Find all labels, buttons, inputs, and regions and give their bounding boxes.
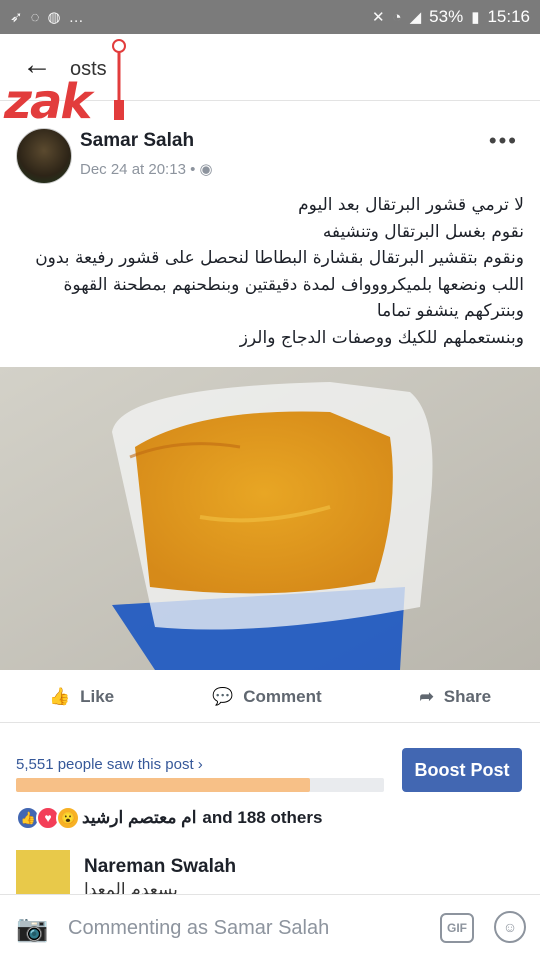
signal-icon: ◢ (409, 9, 422, 26)
post-line: ونقوم بتقشير البرتقال بقشارة البطاطا لنح… (35, 248, 524, 269)
more-icon: … (68, 8, 84, 26)
globe-icon: ◉ (199, 161, 213, 178)
share-label: Share (443, 687, 492, 706)
clock: 15:16 (487, 7, 530, 26)
reach-text: 5,551 people saw this post (16, 756, 194, 773)
watermark-logo: zak (4, 74, 92, 130)
commenter-avatar[interactable] (16, 850, 70, 894)
reach-link[interactable]: 5,551 people saw this post › (16, 756, 203, 773)
author-avatar[interactable] (16, 128, 72, 184)
post-line: نقوم بغسل البرتقال وتنشيفه (322, 221, 524, 242)
messenger-icon: ◍ (47, 9, 61, 26)
reaction-icons: 👍 ♥ 😮 (16, 806, 80, 830)
mute-icon: ✕ (371, 9, 385, 26)
commenter-name[interactable]: Nareman Swalah (84, 856, 236, 878)
reach-progress-bar (16, 778, 384, 792)
wifi-icon: ◔ (392, 8, 402, 26)
comment-bubble-icon: 💬 (212, 687, 234, 706)
post-line: وبنستعملهم للكيك ووصفات الدجاج والرز (239, 327, 524, 348)
post-text: لا ترمي قشور البرتقال بعد اليوم نقوم بغس… (14, 192, 524, 352)
post-line: اللب ونضعها بلميكرووواف لمدة دقيقتين وبن… (63, 274, 525, 295)
reaction-others: and 188 others (202, 808, 323, 827)
comment-input[interactable]: Commenting as Samar Salah (68, 917, 329, 940)
top-nav: ← osts zak (0, 34, 540, 130)
thumbs-up-icon: 👍 (48, 687, 71, 706)
whatsapp-icon: ◌ (30, 8, 40, 26)
post-line: لا ترمي قشور البرتقال بعد اليوم (298, 195, 524, 215)
post-meta: Dec 24 at 20:13 • ◉ (80, 160, 213, 178)
more-options-icon[interactable]: ••• (489, 128, 518, 154)
like-button[interactable]: 👍 Like (49, 687, 114, 707)
chevron-right-icon: › (197, 756, 203, 773)
camera-icon[interactable]: 📷 (16, 913, 48, 944)
post-photo[interactable] (0, 367, 540, 670)
comment-composer: 📷 Commenting as Samar Salah GIF ☺ (0, 894, 540, 961)
post-line: وبنتركهم ينشفو تماما (376, 301, 524, 322)
reactions-summary[interactable]: 👍 ♥ 😮 ام معتصم ارشيد and 188 others (16, 806, 322, 830)
comment-label: Comment (243, 687, 322, 706)
battery-icon: ▮ (471, 9, 480, 26)
share-arrow-icon: ➦ (419, 687, 434, 706)
battery-percentage: 53% (429, 7, 464, 26)
post-time[interactable]: Dec 24 at 20:13 (80, 161, 186, 178)
separator: • (190, 161, 200, 178)
post-author[interactable]: Samar Salah (80, 130, 194, 152)
like-label: Like (80, 687, 115, 706)
share-button[interactable]: ➦ Share (420, 687, 492, 707)
wow-reaction-icon: 😮 (56, 806, 80, 830)
boost-post-button[interactable]: Boost Post (402, 748, 522, 792)
notification-icon: ➶ (10, 9, 23, 26)
comment-button[interactable]: 💬 Comment (212, 687, 322, 707)
post-actions: 👍 Like 💬 Comment ➦ Share (0, 672, 540, 723)
fork-icon (112, 39, 126, 120)
emoji-icon[interactable]: ☺ (494, 911, 526, 943)
reach-progress-fill (16, 778, 311, 792)
gif-button[interactable]: GIF (440, 913, 474, 943)
status-bar: ➶ ◌ ◍ … ✕ ◔ ◢ 53% ▮ 15:16 (0, 0, 540, 34)
reactor-names: ام معتصم ارشيد (82, 808, 197, 827)
